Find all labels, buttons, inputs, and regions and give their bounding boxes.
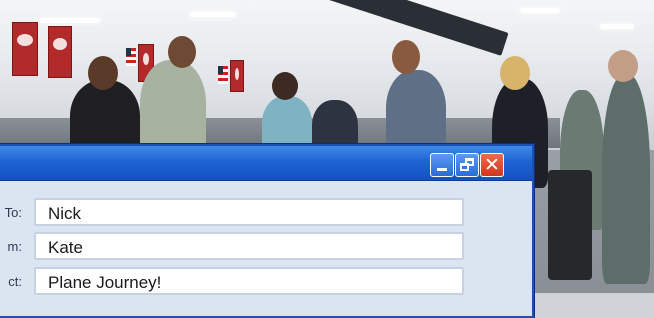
airline-sign: [230, 60, 244, 92]
from-label: m:: [7, 239, 22, 254]
person-head: [608, 50, 638, 82]
restore-icon-front: [460, 163, 469, 171]
from-row: m: Kate: [0, 232, 518, 262]
to-row: To: Nick: [0, 198, 518, 228]
person-head: [272, 72, 298, 100]
close-button[interactable]: ✕: [480, 153, 504, 177]
person: [602, 74, 650, 284]
flag: [218, 66, 228, 84]
airline-sign: [48, 26, 72, 78]
person-head: [500, 56, 530, 90]
flag: [126, 48, 136, 66]
email-form: To: Nick m: Kate ct: Plane Journey!: [0, 181, 532, 315]
ceiling-light: [190, 12, 236, 17]
airline-sign: [12, 22, 38, 76]
person-head: [392, 40, 420, 74]
minimize-button[interactable]: [430, 153, 454, 177]
to-field[interactable]: Nick: [34, 198, 464, 226]
to-label: To:: [4, 205, 22, 220]
email-window: ✕ To: Nick m: Kate ct: Plane Journey!: [0, 144, 534, 318]
suitcase: [548, 170, 592, 280]
close-icon: ✕: [484, 154, 500, 176]
subject-label: ct:: [8, 274, 22, 289]
subject-field[interactable]: Plane Journey!: [34, 267, 464, 295]
person-head: [88, 56, 118, 90]
minimize-icon: [437, 168, 447, 171]
person: [140, 60, 206, 156]
window-titlebar[interactable]: ✕: [0, 146, 532, 181]
ceiling-light: [40, 18, 100, 23]
from-field[interactable]: Kate: [34, 232, 464, 260]
person: [386, 70, 446, 154]
restore-button[interactable]: [455, 153, 479, 177]
ceiling-light: [600, 24, 634, 29]
ceiling-light: [520, 8, 560, 13]
person-head: [168, 36, 196, 68]
